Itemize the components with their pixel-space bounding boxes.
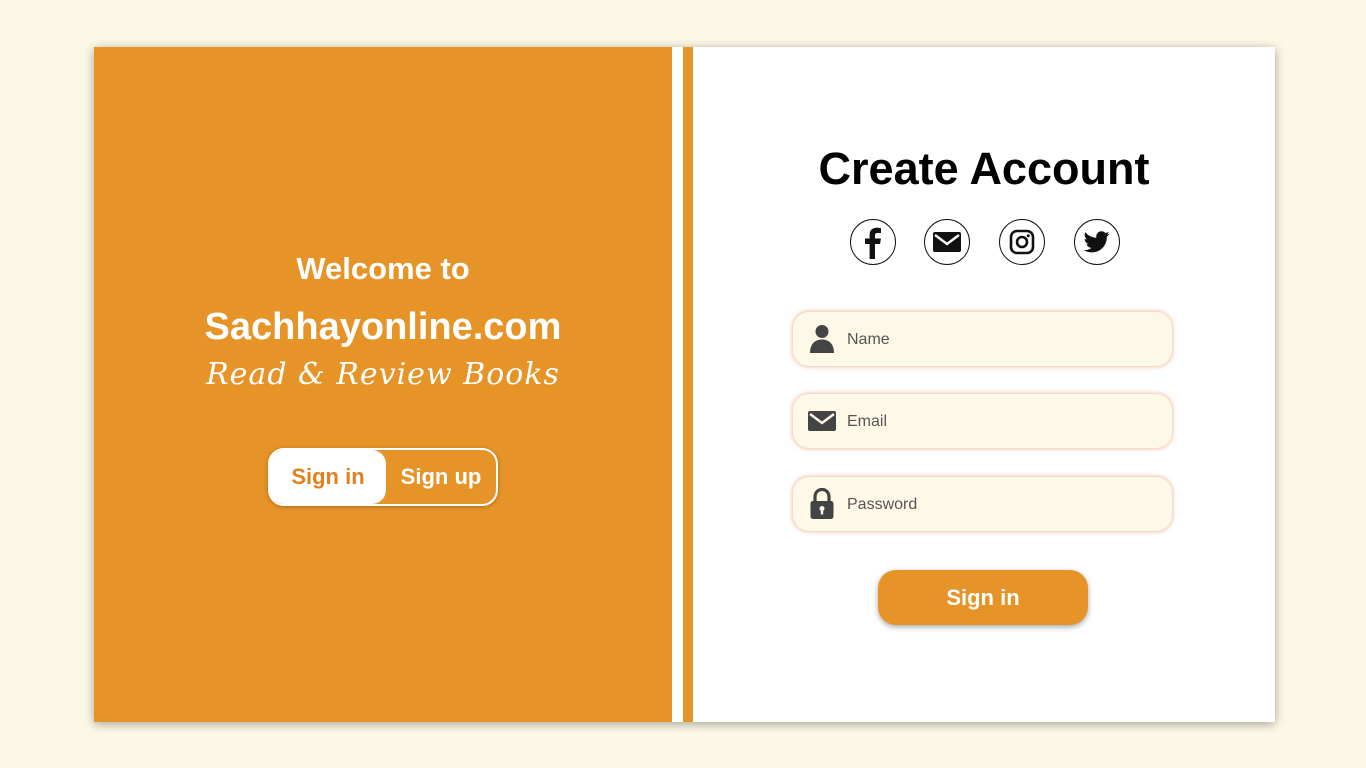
instagram-icon[interactable] [999, 219, 1045, 265]
auth-card: Welcome to Sachhayonline.com Read & Revi… [94, 47, 1275, 722]
sign-up-toggle[interactable]: Sign up [386, 450, 496, 504]
welcome-panel: Welcome to Sachhayonline.com Read & Revi… [94, 47, 672, 722]
user-icon [807, 324, 837, 354]
sign-in-button[interactable]: Sign in [878, 570, 1088, 625]
lock-icon [807, 488, 837, 519]
password-field [793, 477, 1172, 533]
password-input[interactable] [845, 477, 1159, 533]
email-input[interactable] [845, 394, 1159, 450]
email-field [793, 394, 1172, 450]
welcome-heading: Welcome to [296, 251, 470, 286]
site-name: Sachhayonline.com [204, 306, 562, 348]
envelope-icon [807, 406, 837, 436]
form-title: Create Account [818, 143, 1150, 194]
name-input[interactable] [845, 312, 1159, 368]
auth-mode-toggle: Sign in Sign up [268, 448, 498, 506]
name-field [793, 312, 1172, 368]
mail-icon[interactable] [924, 219, 970, 265]
twitter-icon[interactable] [1074, 219, 1120, 265]
sign-in-toggle[interactable]: Sign in [270, 450, 386, 504]
facebook-icon[interactable] [850, 219, 896, 265]
divider-stripe [683, 47, 693, 722]
tagline: Read & Review Books [206, 357, 560, 392]
